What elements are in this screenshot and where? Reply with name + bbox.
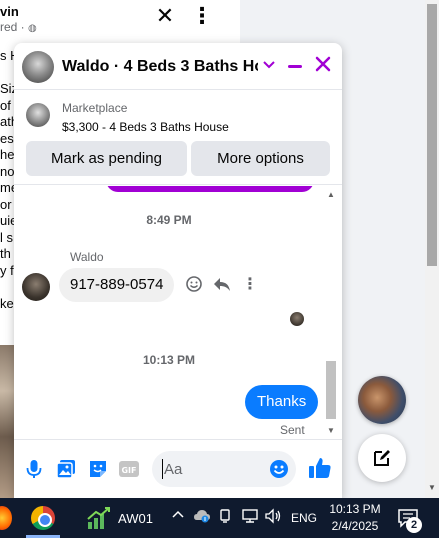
marketplace-label: Marketplace [62,101,128,115]
timestamp: 8:49 PM [146,213,192,227]
incoming-message[interactable]: 917-889-0574 [59,268,175,302]
notification-count-badge: 2 [406,517,422,533]
onedrive-icon[interactable] [193,508,211,528]
messenger-chat-window: Waldo · 4 Beds 3 Baths Ho... Marketplace… [14,43,342,498]
contact-avatar[interactable] [22,51,54,83]
seen-indicator-avatar [290,312,304,326]
listing-title[interactable]: $3,300 - 4 Beds 3 Baths House [62,120,229,134]
compose-icon [374,450,390,466]
message-input[interactable] [162,459,262,479]
post-meta: red · ◍ [0,20,37,34]
chat-scrollbar-thumb[interactable] [326,361,336,419]
language-indicator[interactable]: ENG [291,508,317,528]
chart-app-icon[interactable] [86,506,112,530]
chat-header: Waldo · 4 Beds 3 Baths Ho... [14,43,342,90]
message-composer: GIF [14,439,342,498]
close-chat-icon[interactable] [312,55,334,77]
message-list[interactable]: 8:49 PM Waldo 917-889-0574 ⋮ 10:13 PM Th… [14,186,342,439]
scroll-up-arrow-icon[interactable]: ▲ [327,190,335,199]
more-options-icon[interactable]: ⋮ [190,4,214,30]
device-icon[interactable] [218,508,232,528]
new-message-button[interactable] [358,434,406,482]
chat-title[interactable]: Waldo · 4 Beds 3 Baths Ho... [62,58,258,76]
page-scrollbar[interactable]: ▼ [425,0,439,498]
microphone-icon[interactable] [23,458,45,480]
emoji-icon[interactable] [268,458,290,480]
post-author-name[interactable]: vin [0,4,19,19]
taskbar-app-label[interactable]: AW01 [118,511,153,526]
volume-icon[interactable] [264,508,282,528]
close-icon[interactable]: ✕ [153,4,177,28]
post-photo[interactable] [0,345,14,498]
scrollbar-thumb[interactable] [427,4,437,266]
taskbar-clock[interactable]: 10:13 PM 2/4/2025 [329,501,381,535]
clock-time: 10:13 PM [329,502,381,516]
thumbs-up-icon[interactable] [307,455,333,481]
reply-icon[interactable] [212,275,232,295]
message-more-icon[interactable]: ⋮ [240,275,260,295]
app-icon[interactable] [0,506,12,530]
mark-as-pending-button[interactable]: Mark as pending [26,141,187,176]
react-emoji-icon[interactable] [184,275,204,295]
previous-message-bubble [106,186,314,192]
timestamp: 10:13 PM [142,353,196,367]
scroll-down-arrow-icon[interactable]: ▼ [327,426,335,435]
show-hidden-icons-chevron-icon[interactable] [170,508,186,528]
more-options-button[interactable]: More options [191,141,330,176]
chat-head-avatar[interactable] [358,376,406,424]
sender-name: Waldo [70,250,104,264]
chrome-icon[interactable] [31,506,55,530]
scroll-down-arrow-icon[interactable]: ▼ [427,483,437,493]
network-icon[interactable] [241,508,259,528]
globe-icon: ◍ [28,23,37,34]
clock-date: 2/4/2025 [331,519,379,533]
outgoing-message[interactable]: Thanks [245,385,319,419]
minimize-icon[interactable] [284,55,306,77]
windows-taskbar: AW01 ENG 10:13 PM 2/4/2025 2 [0,498,439,538]
photo-icon[interactable] [55,458,77,480]
message-status: Sent [280,423,305,437]
listing-thumbnail[interactable] [26,103,50,127]
svg-text:GIF: GIF [121,466,136,475]
sticker-icon[interactable] [87,458,109,480]
marketplace-listing-panel: Marketplace $3,300 - 4 Beds 3 Baths Hous… [14,91,342,185]
chat-scrollbar[interactable]: ▲ ▼ [324,190,338,438]
chevron-down-icon[interactable] [258,55,280,77]
gif-icon[interactable]: GIF [118,458,140,480]
sender-avatar[interactable] [22,273,50,301]
message-input-box[interactable] [152,451,296,487]
